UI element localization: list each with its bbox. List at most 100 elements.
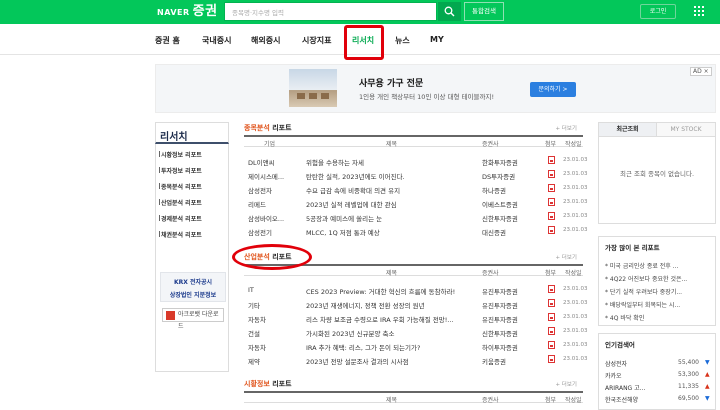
cell-company[interactable]: 제이시스메...	[248, 171, 302, 181]
pdf-icon[interactable]	[548, 313, 555, 321]
popular-report-item[interactable]: * 4Q22 어진보다 중요한 것은...	[605, 274, 687, 283]
more-link[interactable]: + 더보기	[555, 380, 577, 388]
krx-disclosure-link[interactable]: KRX 전자공시	[161, 277, 225, 286]
tab-mystock[interactable]: MY STOCK	[657, 123, 715, 137]
search-input[interactable]: 종목명·지수명 입력	[224, 2, 437, 21]
stock-name[interactable]: ARIRANG 고...	[605, 383, 645, 392]
section-title-rest: 리포트	[269, 380, 292, 388]
table-row[interactable]: 리메드 2023년 실적 레벨업에 대한 관심 이베스트증권 23.01.03	[244, 196, 588, 210]
cell-sector[interactable]: 건설	[248, 328, 302, 338]
ad-banner[interactable]: 사무용 가구 전문 1인용 개인 책상부터 10인 이상 대형 테이블까지! 문…	[155, 64, 716, 113]
cell-sector[interactable]: 자동차	[248, 314, 302, 324]
ad-inquiry-button[interactable]: 문의하기 >	[530, 82, 576, 97]
krx-equity-link[interactable]: 상장법인 지분정보	[161, 290, 225, 299]
cell-sector[interactable]: 기타	[248, 300, 302, 310]
table-row[interactable]: 자동차 IRA 추가 혜택: 리스, 그가 돈이 되는기가? 하이투자증권 23.01…	[244, 339, 588, 353]
stock-name[interactable]: 카카오	[605, 371, 622, 380]
cell-title[interactable]: 탄탄한 실적, 2023년에도 이어진다.	[306, 171, 476, 181]
cell-title[interactable]: IRA 추가 혜택: 리스, 그가 돈이 되는기가?	[306, 342, 478, 352]
nav-overseas[interactable]: 해외증시	[251, 35, 280, 46]
tab-recent[interactable]: 최근조회	[599, 123, 657, 137]
pdf-icon[interactable]	[548, 156, 555, 164]
recent-stocks-panel: 최근조회 MY STOCK 최근 조회 종목이 없습니다.	[598, 122, 716, 224]
nav-domestic[interactable]: 국내증시	[202, 35, 231, 46]
cell-title[interactable]: 2023년 실적 레벨업에 대한 관심	[306, 199, 476, 209]
sidebar-item-economy-analysis[interactable]: 경제분석 리포트	[159, 214, 202, 223]
table-row[interactable]: 건설 가시화된 2023년 신규분양 축소 신한투자증권 23.01.03	[244, 325, 588, 339]
cell-title[interactable]: 2023년 전망 설문조사 결과의 시사점	[306, 356, 478, 366]
nav-news[interactable]: 뉴스	[395, 35, 410, 46]
cell-title[interactable]: 수요 급감 속에 비중확대 의견 유지	[306, 185, 476, 195]
stock-row[interactable]: ARIRANG 고... 11,335 ▲	[599, 381, 715, 393]
stock-name[interactable]: 삼성전자	[605, 359, 627, 368]
nav-my[interactable]: MY	[430, 35, 444, 44]
popular-report-item[interactable]: * 배당락일부터 회복되는 시...	[605, 300, 680, 309]
cell-title[interactable]: 리스 차량 보조금 수령으로 IRA 우회 가능해질 전망!...	[306, 314, 478, 324]
cell-sector[interactable]: IT	[248, 286, 302, 294]
more-link[interactable]: + 더보기	[555, 124, 577, 132]
login-button[interactable]: 로그인	[640, 4, 676, 19]
pdf-icon[interactable]	[548, 184, 555, 192]
table-row[interactable]: 삼성전기 MLCC, 1Q 저점 통과 예상 대신증권 23.01.03	[244, 224, 588, 238]
pdf-icon[interactable]	[548, 355, 555, 363]
search-button[interactable]	[438, 2, 461, 21]
table-row[interactable]: 삼성전자 수요 급감 속에 비중확대 의견 유지 하나증권 23.01.03	[244, 182, 588, 196]
cell-title[interactable]: MLCC, 1Q 저점 통과 예상	[306, 227, 476, 237]
cell-sector[interactable]: 제약	[248, 356, 302, 366]
total-search-button[interactable]: 통합검색	[464, 2, 504, 21]
sidebar-item-market-info[interactable]: 시황정보 리포트	[159, 150, 202, 159]
cell-title[interactable]: 2023년 재생에너지, 정책 전환 성장의 원년	[306, 300, 478, 310]
ad-close-tag[interactable]: AD ×	[690, 67, 712, 76]
stock-row[interactable]: 카카오 53,300 ▲	[599, 369, 715, 381]
section-title[interactable]: 종목분석 리포트	[244, 123, 292, 133]
section-title[interactable]: 시황정보 리포트	[244, 379, 292, 389]
stock-row[interactable]: 삼성전자 55,400 ▼	[599, 357, 715, 369]
sidebar-item-industry-analysis[interactable]: 산업분석 리포트	[159, 198, 202, 207]
nav-home[interactable]: 증권 홈	[155, 35, 180, 46]
table-row[interactable]: 제약 2023년 전망 설문조사 결과의 시사점 키움증권 23.01.03	[244, 353, 588, 367]
popular-report-item[interactable]: * 미국 금리인상 종료 전후 ...	[605, 261, 678, 270]
sidebar-item-stock-analysis[interactable]: 종목분석 리포트	[159, 182, 202, 191]
stock-row[interactable]: 한국조선해양 69,500 ▼	[599, 393, 715, 405]
nav-market-index[interactable]: 시장지표	[302, 35, 331, 46]
table-row[interactable]: 자동차 리스 차량 보조금 수령으로 IRA 우회 가능해질 전망!... 유진투자…	[244, 311, 588, 325]
naver-finance-logo[interactable]: NAVER 증권	[157, 3, 218, 22]
table-row[interactable]: 삼성바이오... 5공장과 예미스에 쏠리는 눈 신한투자증권 23.01.03	[244, 210, 588, 224]
col-attach: 첨부	[545, 397, 557, 404]
table-row[interactable]: DL이앤씨 위험을 수용하는 자세 한화투자증권 23.01.03	[244, 154, 588, 168]
more-link[interactable]: + 더보기	[555, 253, 577, 261]
office-furniture-image	[289, 69, 337, 107]
grid-menu-icon[interactable]	[694, 6, 705, 17]
table-row[interactable]: IT CES 2023 Preview: 거대한 혁신의 흐름에 동참하라! 유진투…	[244, 283, 588, 297]
cell-title[interactable]: 5공장과 예미스에 쏠리는 눈	[306, 213, 476, 223]
pdf-icon[interactable]	[548, 170, 555, 178]
pdf-icon[interactable]	[548, 226, 555, 234]
pdf-icon[interactable]	[548, 198, 555, 206]
pdf-icon[interactable]	[548, 212, 555, 220]
cell-company[interactable]: 삼성바이오...	[248, 213, 302, 223]
table-row[interactable]: 기타 2023년 재생에너지, 정책 전환 성장의 원년 유진투자증권 23.01.0…	[244, 297, 588, 311]
cell-broker: DS투자증권	[482, 173, 516, 181]
acrobat-download-button[interactable]: 아크로뱃 다운로드	[162, 308, 224, 330]
table-row[interactable]: 제이시스메... 탄탄한 실적, 2023년에도 이어진다. DS투자증권 23.01…	[244, 168, 588, 182]
logo-finance: 증권	[192, 4, 218, 19]
cell-company[interactable]: 삼성전자	[248, 185, 302, 195]
cell-company[interactable]: DL이앤씨	[248, 157, 302, 167]
popular-report-item[interactable]: * 단기 실적 우려보다 중장기...	[605, 287, 682, 296]
cell-company[interactable]: 삼성전기	[248, 227, 302, 237]
popular-report-item[interactable]: * 4Q 바닥 확인	[605, 313, 644, 322]
cell-title[interactable]: 위험을 수용하는 자세	[306, 157, 476, 167]
cell-title[interactable]: 가시화된 2023년 신규분양 축소	[306, 328, 478, 338]
cell-company[interactable]: 리메드	[248, 199, 302, 209]
col-attach: 첨부	[545, 141, 557, 148]
pdf-icon[interactable]	[548, 299, 555, 307]
pdf-icon[interactable]	[548, 285, 555, 293]
cell-sector[interactable]: 자동차	[248, 342, 302, 352]
sidebar-item-bond-analysis[interactable]: 채권분석 리포트	[159, 230, 202, 239]
cell-title[interactable]: CES 2023 Preview: 거대한 혁신의 흐름에 동참하라!	[306, 286, 478, 296]
stock-name[interactable]: 한국조선해양	[605, 395, 638, 404]
pdf-icon[interactable]	[548, 327, 555, 335]
sidebar-item-invest-info[interactable]: 투자정보 리포트	[159, 166, 202, 175]
stock-change-arrow: ▼	[705, 395, 710, 402]
pdf-icon[interactable]	[548, 341, 555, 349]
